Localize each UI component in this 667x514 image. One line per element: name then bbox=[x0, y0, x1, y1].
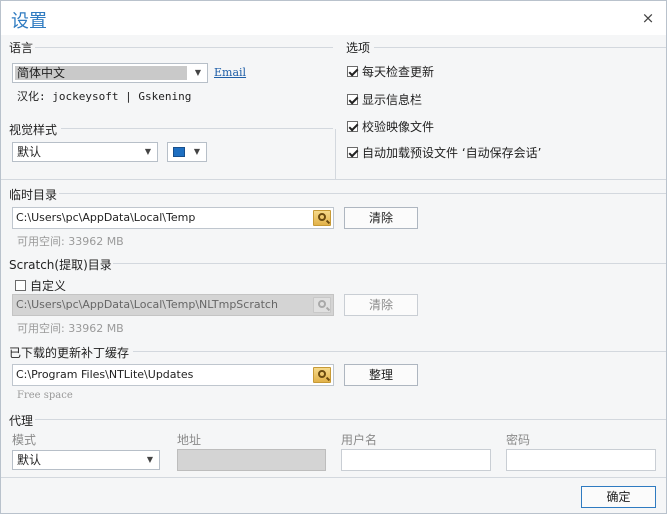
language-select[interactable]: 简体中文 ▼ bbox=[12, 63, 208, 83]
scratch-dir-path: C:\Users\pc\AppData\Local\Temp\NLTmpScra… bbox=[16, 298, 278, 311]
folder-search-icon[interactable] bbox=[313, 210, 331, 226]
scratch-free-space: 可用空间: 33962 MB bbox=[17, 322, 124, 335]
visual-style-select[interactable]: 默认 ▼ bbox=[12, 142, 158, 162]
scratch-dir-input: C:\Users\pc\AppData\Local\Temp\NLTmpScra… bbox=[12, 294, 334, 316]
temp-dir-path: C:\Users\pc\AppData\Local\Temp bbox=[16, 211, 196, 224]
chevron-down-icon: ▼ bbox=[146, 455, 154, 464]
proxy-section-label: 代理 bbox=[9, 414, 34, 428]
email-link[interactable]: Email bbox=[214, 66, 246, 79]
language-section-label: 语言 bbox=[9, 41, 34, 55]
checkbox[interactable] bbox=[15, 280, 26, 291]
proxy-address-label: 地址 bbox=[177, 433, 202, 447]
scratch-dir-section-label: Scratch(提取)目录 bbox=[9, 258, 112, 272]
proxy-address-input bbox=[177, 449, 326, 471]
folder-search-icon[interactable] bbox=[313, 367, 331, 383]
temp-free-space: 可用空间: 33962 MB bbox=[17, 235, 124, 248]
divider bbox=[335, 129, 336, 179]
clear-scratch-button: 清除 bbox=[344, 294, 418, 316]
cache-free-space: Free space bbox=[17, 390, 73, 401]
clear-temp-button[interactable]: 清除 bbox=[344, 207, 418, 229]
divider bbox=[1, 477, 666, 478]
divider bbox=[374, 47, 666, 48]
folder-search-icon bbox=[313, 297, 331, 313]
divider bbox=[59, 193, 666, 194]
update-cache-input[interactable]: C:\Program Files\NTLite\Updates bbox=[12, 364, 334, 386]
proxy-password-label: 密码 bbox=[506, 433, 531, 447]
divider bbox=[61, 128, 333, 129]
option-show-infobar[interactable]: 显示信息栏 bbox=[347, 91, 422, 108]
proxy-mode-label: 模式 bbox=[12, 433, 37, 447]
organize-cache-button[interactable]: 整理 bbox=[344, 364, 418, 386]
update-cache-section-label: 已下载的更新补丁缓存 bbox=[9, 346, 130, 360]
options-section-label: 选项 bbox=[346, 41, 371, 55]
divider bbox=[1, 179, 666, 180]
proxy-username-input[interactable] bbox=[341, 449, 491, 471]
option-label: 每天检查更新 bbox=[362, 65, 435, 79]
language-select-value: 简体中文 bbox=[15, 66, 187, 80]
translation-credit: 汉化: jockeysoft | Gskening bbox=[17, 90, 192, 103]
update-cache-path: C:\Program Files\NTLite\Updates bbox=[16, 368, 194, 381]
divider bbox=[35, 47, 333, 48]
temp-dir-input[interactable]: C:\Users\pc\AppData\Local\Temp bbox=[12, 207, 334, 229]
ok-button[interactable]: 确定 bbox=[581, 486, 656, 508]
option-label: 显示信息栏 bbox=[362, 93, 423, 107]
divider bbox=[35, 419, 666, 420]
proxy-mode-select[interactable]: 默认 ▼ bbox=[12, 450, 160, 470]
custom-label: 自定义 bbox=[30, 279, 67, 293]
chevron-down-icon: ▼ bbox=[144, 147, 152, 156]
chevron-down-icon: ▼ bbox=[194, 68, 202, 77]
option-label: 自动加载预设文件 ‘自动保存会话’ bbox=[362, 146, 542, 160]
chevron-down-icon: ▼ bbox=[193, 147, 201, 156]
visual-style-select-value: 默认 bbox=[17, 145, 42, 159]
color-swatch bbox=[173, 147, 185, 157]
option-label: 校验映像文件 bbox=[362, 120, 435, 134]
title-bar: 设置 × bbox=[1, 1, 666, 35]
proxy-password-input[interactable] bbox=[506, 449, 656, 471]
checkbox[interactable] bbox=[347, 66, 358, 77]
checkbox[interactable] bbox=[347, 94, 358, 105]
close-icon[interactable]: × bbox=[640, 10, 656, 26]
settings-window: 设置 × 语言 简体中文 ▼ Email 汉化: jockeysoft | Gs… bbox=[0, 0, 667, 514]
window-title: 设置 bbox=[11, 11, 47, 32]
scratch-custom-option[interactable]: 自定义 bbox=[15, 277, 66, 294]
option-autoload-preset[interactable]: 自动加载预设文件 ‘自动保存会话’ bbox=[347, 144, 541, 161]
accent-color-picker[interactable]: ▼ bbox=[167, 142, 207, 162]
proxy-username-label: 用户名 bbox=[341, 433, 378, 447]
option-check-updates[interactable]: 每天检查更新 bbox=[347, 63, 434, 80]
checkbox[interactable] bbox=[347, 121, 358, 132]
visual-style-section-label: 视觉样式 bbox=[9, 123, 58, 137]
divider bbox=[133, 351, 666, 352]
option-verify-image[interactable]: 校验映像文件 bbox=[347, 118, 434, 135]
divider bbox=[113, 263, 666, 264]
checkbox[interactable] bbox=[347, 147, 358, 158]
temp-dir-section-label: 临时目录 bbox=[9, 188, 58, 202]
proxy-mode-value: 默认 bbox=[17, 453, 42, 467]
